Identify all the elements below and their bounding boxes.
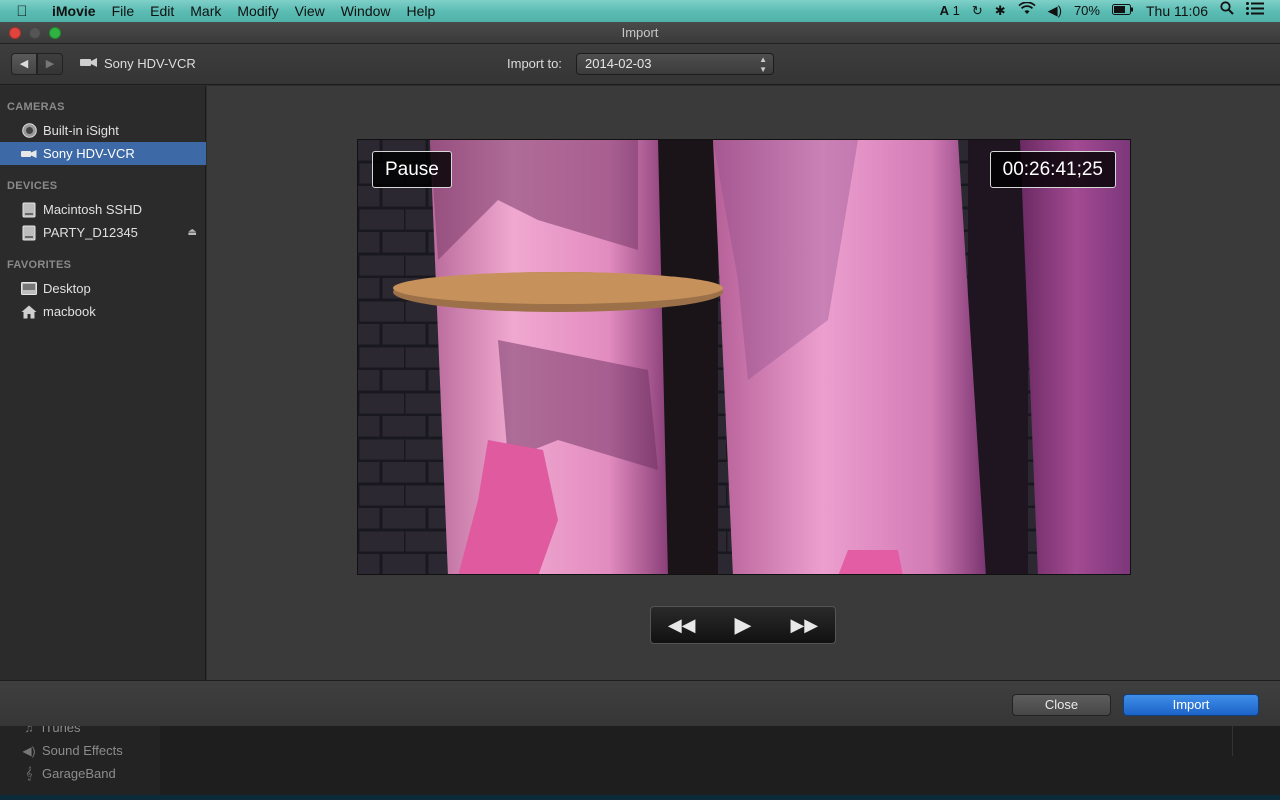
current-device-label: Sony HDV-VCR	[104, 56, 196, 71]
video-preview[interactable]: Pause 00:26:41;25	[357, 139, 1131, 575]
back-button[interactable]: ◀	[11, 53, 37, 75]
notification-center-icon[interactable]	[1240, 0, 1270, 22]
home-icon	[21, 304, 37, 320]
menu-edit[interactable]: Edit	[142, 0, 182, 22]
window-title: Import	[621, 25, 659, 40]
dock-strip	[0, 795, 1280, 800]
forward-button[interactable]: ▶	[37, 53, 63, 75]
video-camera-icon	[80, 56, 98, 71]
battery-icon[interactable]	[1106, 0, 1140, 22]
menu-file[interactable]: File	[104, 0, 143, 22]
import-to-select[interactable]: 2014-02-03 ▲ ▼	[576, 53, 774, 75]
sidebar-item-label: Sony HDV-VCR	[43, 146, 135, 161]
menu-app-name[interactable]: iMovie	[44, 0, 104, 22]
section-devices: DEVICES	[7, 180, 58, 192]
menu-modify[interactable]: Modify	[229, 0, 286, 22]
import-window: Import ◀ ▶ Sony HDV-VCR Import to: 2014-…	[0, 22, 1280, 726]
desktop-icon	[21, 281, 37, 297]
menu-window[interactable]: Window	[333, 0, 399, 22]
sidebar-item-macbook[interactable]: macbook	[0, 300, 206, 323]
sidebar-item-label: Built-in iSight	[43, 123, 119, 138]
section-cameras: CAMERAS	[7, 101, 65, 113]
clock[interactable]: Thu 11:06	[1140, 0, 1214, 22]
close-button[interactable]: Close	[1012, 694, 1111, 716]
sidebar-item-label: PARTY_D12345	[43, 225, 138, 240]
transport-controls: ◀◀ ▶ ▶▶	[650, 606, 836, 644]
play-icon[interactable]: ▶	[723, 612, 763, 638]
import-sidebar: CAMERAS Built-in iSight Sony HDV-VCR DEV…	[0, 86, 206, 680]
battery-percentage: 70%	[1073, 3, 1100, 18]
hard-drive-icon	[21, 202, 37, 218]
sidebar-item-label: Desktop	[43, 281, 91, 296]
guitar-icon: 𝄞	[25, 766, 33, 780]
background-divider	[1232, 726, 1233, 756]
menu-bar:  iMovie File Edit Mark Modify View Wind…	[0, 0, 1280, 22]
video-camera-icon	[21, 146, 37, 162]
apple-menu-icon[interactable]: 	[0, 3, 44, 20]
bluetooth-icon[interactable]: ✱	[989, 0, 1012, 22]
playback-status-overlay: Pause	[372, 151, 452, 188]
import-button[interactable]: Import	[1123, 694, 1259, 716]
chevron-left-icon: ◀	[19, 58, 29, 70]
eject-icon[interactable]: ⏏	[188, 227, 197, 238]
window-minimize-button[interactable]	[29, 27, 41, 39]
speaker-icon: ◀)	[22, 743, 36, 758]
time-machine-icon[interactable]: ↻	[966, 0, 989, 22]
wifi-icon[interactable]	[1012, 0, 1042, 22]
window-zoom-button[interactable]	[49, 27, 61, 39]
window-titlebar: Import	[0, 22, 1280, 44]
import-toolbar: ◀ ▶ Sony HDV-VCR Import to: 2014-02-03 ▲…	[0, 44, 1280, 85]
library-item-sound-effects[interactable]: ◀) Sound Effects	[22, 743, 123, 758]
spotlight-search-icon[interactable]	[1214, 0, 1240, 22]
nav-buttons: ◀ ▶	[11, 53, 63, 75]
menu-view[interactable]: View	[287, 0, 333, 22]
rewind-icon[interactable]: ◀◀	[662, 615, 702, 636]
import-to-label: Import to:	[507, 56, 562, 71]
library-item-garageband[interactable]: 𝄞 GarageBand	[22, 766, 116, 781]
sidebar-item-built-in-isight[interactable]: Built-in iSight	[0, 119, 206, 142]
import-footer: Close Import	[0, 680, 1280, 726]
menu-mark[interactable]: Mark	[182, 0, 229, 22]
volume-icon[interactable]: ◀)	[1042, 0, 1068, 22]
chevron-right-icon: ▶	[45, 58, 55, 70]
preview-area: Pause 00:26:41;25 ◀◀ ▶ ▶▶	[207, 86, 1280, 680]
timecode-overlay: 00:26:41;25	[989, 151, 1116, 188]
library-item-label: GarageBand	[42, 766, 116, 781]
menu-help[interactable]: Help	[399, 0, 444, 22]
import-to-value: 2014-02-03	[585, 56, 652, 71]
adobe-status-icon[interactable]: A 1	[934, 0, 966, 22]
sidebar-item-sony-hdv-vcr[interactable]: Sony HDV-VCR	[0, 142, 206, 165]
library-item-label: Sound Effects	[42, 743, 123, 758]
sidebar-item-macintosh-sshd[interactable]: Macintosh SSHD	[0, 198, 206, 221]
background-browser-area	[160, 726, 1280, 800]
hard-drive-icon	[21, 225, 37, 241]
window-close-button[interactable]	[9, 27, 21, 39]
sidebar-item-label: Macintosh SSHD	[43, 202, 142, 217]
camera-round-icon	[21, 123, 37, 139]
sidebar-item-desktop[interactable]: Desktop	[0, 277, 206, 300]
sidebar-item-party-d12345[interactable]: PARTY_D12345 ⏏	[0, 221, 206, 244]
sidebar-item-label: macbook	[43, 304, 96, 319]
fast-forward-icon[interactable]: ▶▶	[784, 615, 824, 636]
current-device: Sony HDV-VCR	[80, 56, 196, 71]
adobe-badge-count: 1	[952, 3, 960, 18]
select-arrows-icon: ▲ ▼	[759, 55, 767, 74]
section-favorites: FAVORITES	[7, 259, 72, 271]
background-library-sidebar: ♫ iTunes ◀) Sound Effects 𝄞 GarageBand	[0, 720, 160, 800]
video-frame-image	[358, 140, 1130, 574]
